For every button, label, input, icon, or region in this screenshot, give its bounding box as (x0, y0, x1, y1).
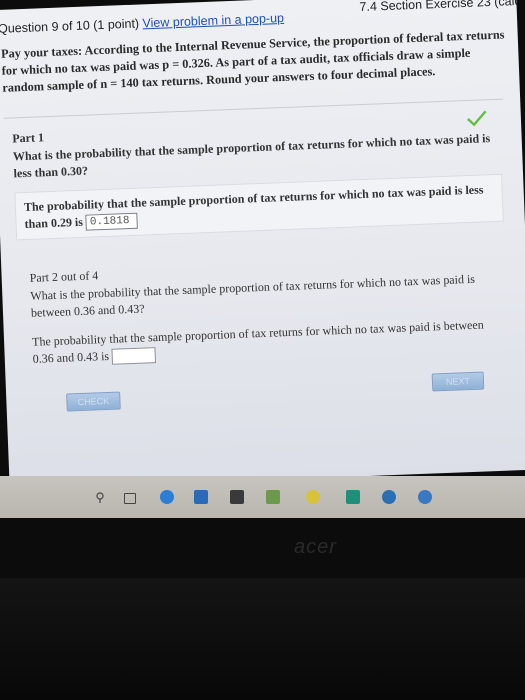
check-icon (467, 110, 487, 127)
edge-icon[interactable] (160, 490, 174, 504)
part-1-answer-field[interactable]: 0.1818 (85, 212, 139, 231)
publisher-icon[interactable] (346, 490, 360, 504)
part-1: Part 1 What is the probability that the … (12, 110, 516, 251)
next-button[interactable]: NEXT (431, 371, 485, 392)
part-2-answer: The probability that the sample proporti… (32, 316, 493, 368)
part-2-answer-field[interactable] (111, 347, 157, 366)
search-icon[interactable] (95, 492, 105, 504)
task-view-icon[interactable] (124, 493, 136, 504)
part-1-answer: The probability that the sample proporti… (14, 173, 504, 241)
part-2: Part 2 out of 4 What is the probability … (29, 252, 512, 368)
taskbar (0, 476, 525, 518)
calculator-icon[interactable] (230, 490, 244, 504)
chrome-icon[interactable] (306, 490, 320, 504)
part-2-answer-text: The probability that the sample proporti… (31, 317, 484, 366)
device-brand: acer (294, 536, 337, 558)
store-icon[interactable] (194, 490, 208, 504)
question-label: Question 9 of 10 (1 point) (0, 16, 140, 36)
popup-link[interactable]: View problem in a pop-up (142, 11, 284, 30)
question-header: Question 9 of 10 (1 point) View problem … (0, 11, 284, 36)
app2-icon[interactable] (418, 490, 432, 504)
check-button[interactable]: CHECK (66, 391, 121, 412)
app-icon[interactable] (382, 490, 396, 504)
problem-statement: Pay your taxes: According to the Interna… (0, 27, 505, 95)
minecraft-icon[interactable] (266, 490, 280, 504)
laptop-bezel (0, 578, 525, 700)
section-title: 7.4 Section Exercise 23 (calc (359, 0, 521, 15)
screen: Question 9 of 10 (1 point) View problem … (0, 0, 525, 490)
